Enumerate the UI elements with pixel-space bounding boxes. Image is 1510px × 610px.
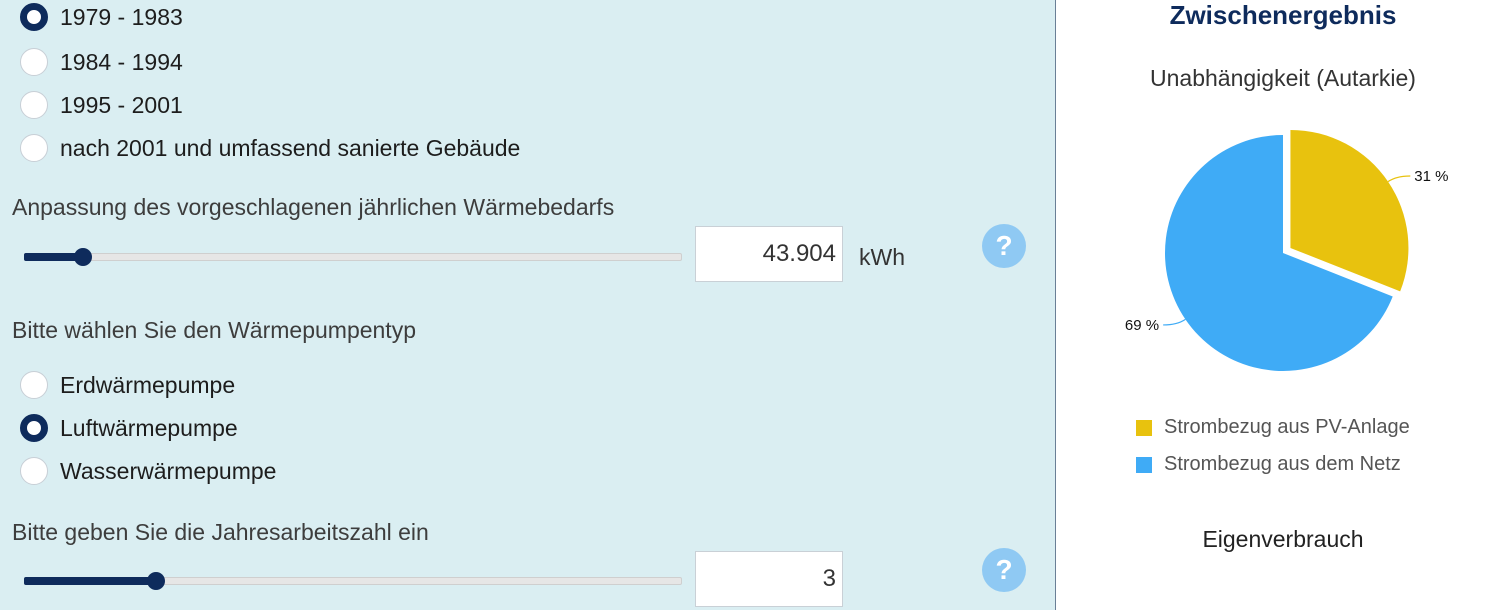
radio-option-wasserwaermepumpe[interactable]: Wasserwärmepumpe: [20, 454, 276, 488]
input-panel: 1979 - 1983 1984 - 1994 1995 - 2001 nach…: [0, 0, 1056, 610]
autarky-pie-chart: 31 % 69 %: [1125, 129, 1449, 371]
legend-swatch-netz: [1136, 456, 1152, 473]
legend-label: Strombezug aus dem Netz: [1164, 453, 1401, 475]
radio-label: 1984 - 1994: [60, 48, 183, 75]
legend-swatch-pv: [1136, 419, 1152, 436]
legend-label: Strombezug aus PV-Anlage: [1164, 416, 1410, 438]
radio-button-checked[interactable]: [20, 414, 48, 442]
help-icon[interactable]: ?: [982, 224, 1026, 268]
jaz-input[interactable]: [695, 551, 843, 607]
heatpump-type-label: Bitte wählen Sie den Wärmepumpentyp: [12, 317, 416, 343]
radio-option-erdwaermepumpe[interactable]: Erdwärmepumpe: [20, 368, 235, 402]
result-title: Zwischenergebnis: [1169, 0, 1397, 30]
help-icon[interactable]: ?: [982, 548, 1026, 592]
data-label-connector: [1387, 175, 1411, 183]
radio-label: 1979 - 1983: [60, 3, 183, 30]
radio-button-checked[interactable]: [20, 3, 48, 31]
legend-item-pv[interactable]: Strombezug aus PV-Anlage: [1136, 416, 1410, 439]
jaz-label: Bitte geben Sie die Jahresarbeitszahl ei…: [12, 519, 429, 545]
result-panel: Zwischenergebnis Unabhängigkeit (Autarki…: [1056, 0, 1510, 610]
radio-label: nach 2001 und umfassend sanierte Gebäude: [60, 134, 521, 161]
radio-option-1984-1994[interactable]: 1984 - 1994: [20, 45, 183, 79]
radio-option-1979-1983[interactable]: 1979 - 1983: [20, 0, 183, 34]
radio-label: 1995 - 2001: [60, 91, 183, 118]
heat-demand-unit: kWh: [859, 244, 905, 270]
heat-demand-input[interactable]: [695, 226, 843, 282]
radio-label: Erdwärmepumpe: [60, 371, 236, 398]
radio-option-1995-2001[interactable]: 1995 - 2001: [20, 88, 183, 122]
radio-option-nach-2001[interactable]: nach 2001 und umfassend sanierte Gebäude: [20, 131, 520, 165]
slider-track: [24, 253, 682, 261]
data-label-pv: 31 %: [1414, 168, 1448, 185]
radio-button[interactable]: [20, 371, 48, 399]
radio-label: Wasserwärmepumpe: [60, 457, 277, 484]
radio-option-luftwaermepumpe[interactable]: Luftwärmepumpe: [20, 411, 238, 445]
slider-fill: [24, 577, 156, 585]
heat-demand-slider[interactable]: [24, 248, 682, 266]
jaz-slider[interactable]: [24, 572, 682, 590]
radio-button[interactable]: [20, 91, 48, 119]
legend-item-netz[interactable]: Strombezug aus dem Netz: [1136, 453, 1401, 476]
chart-title: Unabhängigkeit (Autarkie): [1150, 65, 1416, 91]
eigenverbrauch-heading: Eigenverbrauch: [1202, 526, 1364, 552]
radio-button[interactable]: [20, 48, 48, 76]
slider-thumb[interactable]: [146, 572, 165, 590]
data-label-netz: 69 %: [1125, 317, 1159, 334]
data-label-connector: [1163, 318, 1186, 326]
radio-button[interactable]: [20, 457, 48, 485]
radio-button[interactable]: [20, 134, 48, 162]
slider-thumb[interactable]: [74, 248, 93, 266]
radio-label: Luftwärmepumpe: [60, 414, 238, 441]
heat-demand-label: Anpassung des vorgeschlagenen jährlichen…: [12, 194, 615, 220]
